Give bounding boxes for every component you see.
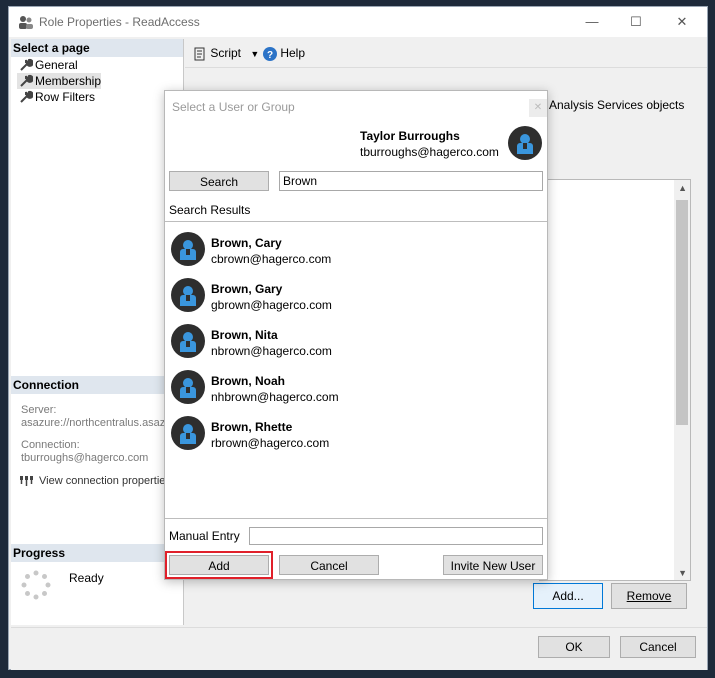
manual-entry-input[interactable] [249, 527, 543, 545]
connection-label: Connection: [21, 439, 80, 451]
nav-item-row-filters[interactable]: Row Filters [17, 89, 95, 105]
search-results-label: Search Results [169, 203, 251, 217]
result-name: Brown, Gary [211, 282, 283, 296]
user-avatar [171, 278, 205, 312]
current-user-avatar [508, 126, 542, 160]
role-users-icon [19, 16, 33, 29]
script-label: Script [210, 46, 242, 60]
user-avatar [171, 324, 205, 358]
manual-entry-label: Manual Entry [169, 529, 240, 543]
dialog-title: Select a User or Group [172, 100, 295, 114]
nav-item-general[interactable]: General [17, 57, 78, 73]
result-email: nhbrown@hagerco.com [211, 390, 339, 404]
svg-text:?: ? [267, 50, 273, 61]
members-description: Analysis Services objects [549, 98, 685, 112]
nav-item-membership[interactable]: Membership [17, 73, 102, 89]
maximize-button[interactable]: ☐ [613, 7, 659, 37]
script-button[interactable]: Script ▼ [193, 46, 259, 61]
progress-header: Progress [11, 544, 183, 562]
script-icon [194, 47, 205, 61]
help-icon: ? [263, 46, 277, 61]
cancel-button[interactable]: Cancel [620, 636, 696, 658]
nav-label: General [35, 58, 78, 72]
result-name: Brown, Noah [211, 374, 285, 388]
result-email: cbrown@hagerco.com [211, 252, 332, 266]
wrench-icon [20, 58, 33, 71]
search-button[interactable]: Search [169, 171, 269, 191]
result-email: rbrown@hagerco.com [211, 436, 330, 450]
nav-label: Membership [35, 74, 102, 88]
remove-member-button[interactable]: Remove [611, 583, 687, 609]
add-member-button[interactable]: Add... [533, 583, 603, 609]
select-page-header: Select a page [11, 39, 183, 57]
result-item[interactable]: Brown, Cary cbrown@hagerco.com [165, 226, 547, 272]
help-label: Help [280, 46, 306, 60]
connection-icon [20, 476, 33, 487]
members-list[interactable]: ▲ ▼ [539, 179, 691, 581]
user-avatar [171, 416, 205, 450]
current-user-name: Taylor Burroughs [360, 129, 460, 143]
result-item[interactable]: Brown, Gary gbrown@hagerco.com [165, 272, 547, 318]
result-name: Brown, Cary [211, 236, 282, 250]
current-user-email: tburroughs@hagerco.com [360, 145, 499, 159]
bottom-bar: OK Cancel [11, 627, 707, 670]
ok-button[interactable]: OK [538, 636, 610, 658]
connection-value: tburroughs@hagerco.com [21, 452, 149, 464]
progress-status: Ready [69, 571, 104, 585]
chevron-down-icon[interactable]: ▼ [250, 49, 259, 59]
search-results-list: Brown, Cary cbrown@hagerco.com Brown, Ga… [165, 221, 547, 519]
select-user-dialog: Select a User or Group ✕ Taylor Burrough… [164, 90, 548, 580]
user-avatar [171, 370, 205, 404]
title-bar: Role Properties - ReadAccess — ☐ ✕ [9, 7, 707, 37]
scroll-thumb[interactable] [676, 200, 688, 425]
result-name: Brown, Rhette [211, 420, 293, 434]
result-item[interactable]: Brown, Nita nbrown@hagerco.com [165, 318, 547, 364]
connection-header: Connection [11, 376, 183, 394]
scroll-down-icon[interactable]: ▼ [678, 568, 687, 578]
dialog-cancel-button[interactable]: Cancel [279, 555, 379, 575]
search-input[interactable] [279, 171, 543, 191]
view-connection-label: View connection properties [39, 475, 171, 487]
view-connection-properties-link[interactable]: View connection properties [20, 475, 171, 487]
wrench-icon [20, 90, 33, 103]
result-email: gbrown@hagerco.com [211, 298, 332, 312]
close-button[interactable]: ✕ [659, 7, 705, 37]
scroll-up-icon[interactable]: ▲ [678, 183, 687, 193]
server-value: asazure://northcentralus.asazu [21, 417, 172, 429]
dialog-close-icon[interactable]: ✕ [529, 99, 547, 117]
wrench-icon [20, 74, 33, 87]
minimize-button[interactable]: — [569, 7, 615, 37]
result-email: nbrown@hagerco.com [211, 344, 332, 358]
user-avatar [171, 232, 205, 266]
add-button[interactable]: Add [169, 555, 269, 575]
toolbar: Script ▼ ? Help [185, 39, 707, 68]
server-label: Server: [21, 404, 57, 416]
result-name: Brown, Nita [211, 328, 278, 342]
result-item[interactable]: Brown, Noah nhbrown@hagerco.com [165, 364, 547, 410]
progress-spinner-icon [21, 570, 51, 600]
window-title: Role Properties - ReadAccess [39, 15, 200, 29]
help-button[interactable]: ? Help [263, 46, 305, 61]
members-scrollbar[interactable]: ▲ ▼ [674, 180, 690, 580]
invite-new-user-button[interactable]: Invite New User [443, 555, 543, 575]
result-item[interactable]: Brown, Rhette rbrown@hagerco.com [165, 410, 547, 456]
left-pane: Select a page General Membership Row Fil… [11, 39, 184, 625]
nav-label: Row Filters [35, 90, 96, 104]
